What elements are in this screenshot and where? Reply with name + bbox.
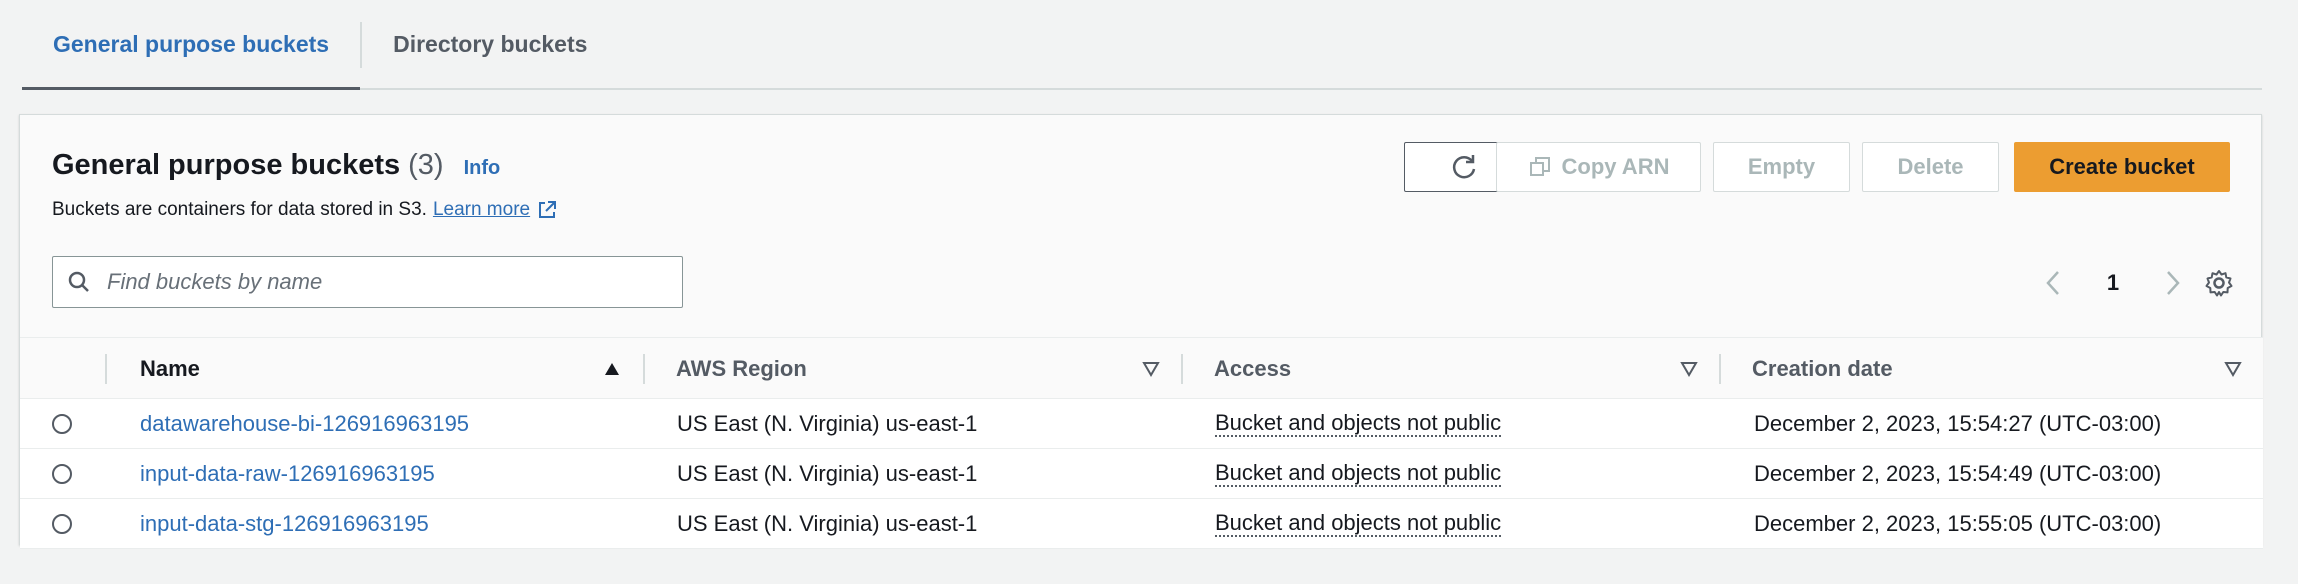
refresh-icon	[1452, 155, 1476, 179]
search-input[interactable]	[105, 268, 682, 296]
column-divider	[1181, 354, 1183, 384]
access-status[interactable]: Bucket and objects not public	[1215, 461, 1502, 487]
tab-directory-buckets[interactable]: Directory buckets	[362, 0, 618, 88]
panel-header: General purpose buckets (3) Info	[52, 149, 500, 182]
row-select-radio[interactable]	[52, 514, 72, 534]
bucket-name-cell: input-data-stg-126916963195	[140, 499, 429, 549]
creation-date-cell: December 2, 2023, 15:54:49 (UTC-03:00)	[1754, 461, 2162, 486]
sort-descending-icon[interactable]	[1142, 360, 1160, 378]
row-select-radio[interactable]	[52, 414, 72, 434]
access-cell: Bucket and objects not public	[1215, 449, 1502, 499]
table-row[interactable]: input-data-raw-126916963195 US East (N. …	[20, 449, 2263, 499]
creation-date-cell: December 2, 2023, 15:55:05 (UTC-03:00)	[1754, 511, 2162, 536]
external-link-icon	[539, 201, 557, 218]
column-header-name[interactable]: Name	[140, 338, 200, 400]
table-row[interactable]: datawarehouse-bi-126916963195 US East (N…	[20, 399, 2263, 449]
column-header-creation-date[interactable]: Creation date	[1752, 338, 1893, 400]
sort-ascending-icon[interactable]	[603, 360, 621, 378]
settings-gear-icon[interactable]	[2204, 268, 2234, 298]
column-access-label: Access	[1214, 356, 1292, 381]
bucket-name-link[interactable]: datawarehouse-bi-126916963195	[140, 411, 469, 437]
empty-button[interactable]: Empty	[1713, 142, 1850, 192]
column-divider	[643, 354, 645, 384]
copy-arn-button[interactable]: Copy ARN	[1496, 142, 1701, 192]
column-region-label: AWS Region	[676, 356, 807, 381]
panel-title: General purpose buckets	[52, 149, 401, 181]
delete-label: Delete	[1897, 154, 1964, 179]
info-link[interactable]: Info	[464, 157, 501, 180]
bucket-name-link[interactable]: input-data-raw-126916963195	[140, 461, 435, 487]
column-divider	[1719, 354, 1721, 384]
row-select-radio[interactable]	[52, 464, 72, 484]
region-cell: US East (N. Virginia) us-east-1	[677, 411, 978, 436]
bucket-name-link[interactable]: input-data-stg-126916963195	[140, 511, 429, 537]
copy-arn-label: Copy ARN	[1561, 154, 1670, 179]
column-divider	[105, 354, 107, 384]
sort-descending-icon[interactable]	[2224, 360, 2242, 378]
tab-general-purpose-buckets[interactable]: General purpose buckets	[22, 0, 361, 90]
delete-button[interactable]: Delete	[1862, 142, 1999, 192]
learn-more-link[interactable]: Learn more	[433, 199, 530, 221]
description-text: Buckets are containers for data stored i…	[52, 199, 427, 220]
column-header-region[interactable]: AWS Region	[676, 338, 807, 400]
pagination: 1	[2043, 263, 2183, 303]
access-cell: Bucket and objects not public	[1215, 399, 1502, 449]
chevron-right-icon[interactable]	[2163, 269, 2183, 297]
region-cell: US East (N. Virginia) us-east-1	[677, 461, 978, 486]
create-bucket-label: Create bucket	[2049, 154, 2195, 179]
access-cell: Bucket and objects not public	[1215, 499, 1502, 549]
sort-descending-icon[interactable]	[1680, 360, 1698, 378]
copy-icon	[1529, 157, 1550, 176]
region-cell: US East (N. Virginia) us-east-1	[677, 511, 978, 536]
bucket-name-cell: input-data-raw-126916963195	[140, 449, 435, 499]
search-icon	[68, 271, 89, 292]
column-date-label: Creation date	[1752, 356, 1893, 381]
current-page[interactable]: 1	[2107, 270, 2119, 296]
bucket-name-cell: datawarehouse-bi-126916963195	[140, 399, 469, 449]
bucket-count: (3)	[408, 149, 444, 181]
table-row[interactable]: input-data-stg-126916963195 US East (N. …	[20, 499, 2263, 549]
table-header: Name AWS Region Access Creation date	[20, 337, 2263, 399]
column-name-label: Name	[140, 356, 200, 381]
buckets-panel: General purpose buckets (3) Info Buckets…	[19, 114, 2263, 549]
empty-label: Empty	[1747, 154, 1816, 179]
buckets-table: Name AWS Region Access Creation date dat…	[20, 337, 2263, 549]
search-field	[52, 256, 683, 308]
panel-description: Buckets are containers for data stored i…	[52, 199, 558, 221]
access-status[interactable]: Bucket and objects not public	[1215, 511, 1502, 537]
creation-date-cell: December 2, 2023, 15:54:27 (UTC-03:00)	[1754, 411, 2162, 436]
chevron-left-icon[interactable]	[2043, 269, 2063, 297]
create-bucket-button[interactable]: Create bucket	[2014, 142, 2230, 192]
column-header-access[interactable]: Access	[1214, 338, 1291, 400]
access-status[interactable]: Bucket and objects not public	[1215, 411, 1502, 437]
bucket-type-tabs: General purpose buckets Directory bucket…	[22, 0, 2262, 90]
